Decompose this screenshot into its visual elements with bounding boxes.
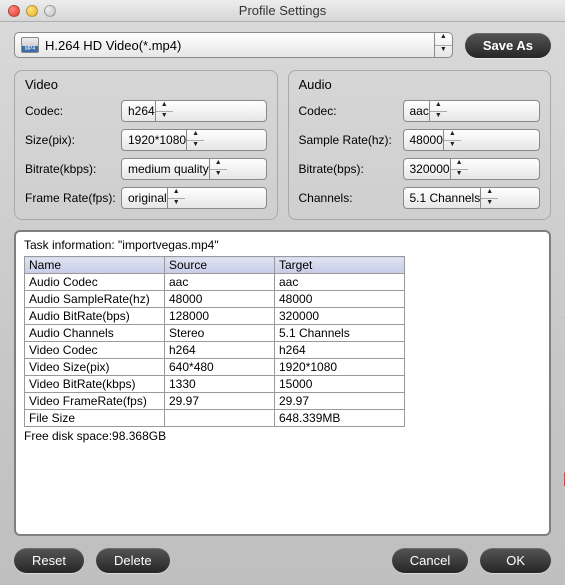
table-cell: 648.339MB bbox=[275, 410, 405, 427]
stepper-icon[interactable]: ▲▼ bbox=[450, 159, 468, 179]
table-row: Audio BitRate(bps)128000320000 bbox=[25, 308, 405, 325]
table-cell: 128000 bbox=[165, 308, 275, 325]
free-disk-space: Free disk space:98.368GB bbox=[24, 429, 541, 443]
video-codec-label: Codec: bbox=[25, 104, 121, 118]
video-bitrate-value: medium quality bbox=[128, 162, 209, 176]
audio-sr-value: 48000 bbox=[410, 133, 443, 147]
table-cell: 48000 bbox=[165, 291, 275, 308]
table-cell: aac bbox=[165, 274, 275, 291]
audio-group-title: Audio bbox=[299, 77, 541, 92]
audio-channels-label: Channels: bbox=[299, 191, 403, 205]
table-cell bbox=[165, 410, 275, 427]
video-size-value: 1920*1080 bbox=[128, 133, 186, 147]
profile-select[interactable]: H.264 HD Video(*.mp4) ▲▼ bbox=[14, 32, 453, 58]
save-as-button[interactable]: Save As bbox=[465, 33, 551, 58]
table-cell: Video FrameRate(fps) bbox=[25, 393, 165, 410]
table-row: Video Codech264h264 bbox=[25, 342, 405, 359]
table-cell: 640*480 bbox=[165, 359, 275, 376]
ok-button[interactable]: OK bbox=[480, 548, 551, 573]
table-cell: Audio Codec bbox=[25, 274, 165, 291]
bottom-bar: Reset Delete Cancel OK bbox=[14, 548, 551, 573]
cancel-button[interactable]: Cancel bbox=[392, 548, 468, 573]
video-size-label: Size(pix): bbox=[25, 133, 121, 147]
stepper-icon[interactable]: ▲▼ bbox=[186, 130, 204, 150]
table-cell: 29.97 bbox=[165, 393, 275, 410]
audio-bitrate-value: 320000 bbox=[410, 162, 450, 176]
col-name: Name bbox=[25, 257, 165, 274]
video-group: Video Codec: h264 ▲▼ Size(pix): 1920*108… bbox=[14, 70, 278, 220]
next-arrow-icon[interactable]: ▶▶ bbox=[557, 466, 565, 492]
table-row: Audio ChannelsStereo5.1 Channels bbox=[25, 325, 405, 342]
audio-codec-select[interactable]: aac ▲▼ bbox=[403, 100, 541, 122]
table-cell: Stereo bbox=[165, 325, 275, 342]
table-cell: Audio BitRate(bps) bbox=[25, 308, 165, 325]
stepper-icon[interactable]: ▲▼ bbox=[167, 188, 185, 208]
table-row: Video Size(pix)640*4801920*1080 bbox=[25, 359, 405, 376]
profile-label: H.264 HD Video(*.mp4) bbox=[45, 38, 434, 53]
table-cell: 15000 bbox=[275, 376, 405, 393]
audio-bitrate-select[interactable]: 320000 ▲▼ bbox=[403, 158, 541, 180]
video-group-title: Video bbox=[25, 77, 267, 92]
table-cell: File Size bbox=[25, 410, 165, 427]
video-bitrate-select[interactable]: medium quality ▲▼ bbox=[121, 158, 267, 180]
audio-channels-select[interactable]: 5.1 Channels ▲▼ bbox=[403, 187, 541, 209]
table-cell: 1920*1080 bbox=[275, 359, 405, 376]
audio-sr-select[interactable]: 48000 ▲▼ bbox=[403, 129, 541, 151]
reset-button[interactable]: Reset bbox=[14, 548, 84, 573]
table-row: File Size 648.339MB bbox=[25, 410, 405, 427]
task-info-heading: Task information: "importvegas.mp4" bbox=[24, 238, 541, 252]
video-fps-select[interactable]: original ▲▼ bbox=[121, 187, 267, 209]
stepper-icon[interactable]: ▲▼ bbox=[429, 101, 447, 121]
stepper-icon[interactable]: ▲▼ bbox=[480, 188, 498, 208]
table-cell: 29.97 bbox=[275, 393, 405, 410]
title-bar: Profile Settings bbox=[0, 0, 565, 22]
table-cell: Audio SampleRate(hz) bbox=[25, 291, 165, 308]
table-cell: 1330 bbox=[165, 376, 275, 393]
audio-channels-value: 5.1 Channels bbox=[410, 191, 481, 205]
task-info-box: Task information: "importvegas.mp4" Name… bbox=[14, 230, 551, 536]
table-cell: Video BitRate(kbps) bbox=[25, 376, 165, 393]
mp4-icon bbox=[21, 37, 39, 53]
audio-bitrate-label: Bitrate(bps): bbox=[299, 162, 403, 176]
table-row: Audio SampleRate(hz)4800048000 bbox=[25, 291, 405, 308]
table-cell: h264 bbox=[165, 342, 275, 359]
table-row: Video BitRate(kbps)133015000 bbox=[25, 376, 405, 393]
video-fps-value: original bbox=[128, 191, 167, 205]
audio-codec-label: Codec: bbox=[299, 104, 403, 118]
col-target: Target bbox=[275, 257, 405, 274]
table-cell: 5.1 Channels bbox=[275, 325, 405, 342]
video-bitrate-label: Bitrate(kbps): bbox=[25, 162, 121, 176]
profile-row: H.264 HD Video(*.mp4) ▲▼ Save As bbox=[14, 32, 551, 58]
audio-sr-label: Sample Rate(hz): bbox=[299, 133, 403, 147]
table-cell: aac bbox=[275, 274, 405, 291]
table-cell: 320000 bbox=[275, 308, 405, 325]
video-size-select[interactable]: 1920*1080 ▲▼ bbox=[121, 129, 267, 151]
stepper-icon[interactable]: ▲▼ bbox=[443, 130, 461, 150]
audio-group: Audio Codec: aac ▲▼ Sample Rate(hz): 480… bbox=[288, 70, 552, 220]
table-row: Audio Codecaacaac bbox=[25, 274, 405, 291]
window-title: Profile Settings bbox=[0, 3, 565, 18]
table-cell: 48000 bbox=[275, 291, 405, 308]
table-header-row: Name Source Target bbox=[25, 257, 405, 274]
table-cell: Video Size(pix) bbox=[25, 359, 165, 376]
prev-arrow-icon[interactable]: ◀◀ bbox=[557, 304, 565, 330]
delete-button[interactable]: Delete bbox=[96, 548, 170, 573]
table-cell: Video Codec bbox=[25, 342, 165, 359]
stepper-icon[interactable]: ▲▼ bbox=[209, 159, 227, 179]
video-codec-value: h264 bbox=[128, 104, 155, 118]
col-source: Source bbox=[165, 257, 275, 274]
video-codec-select[interactable]: h264 ▲▼ bbox=[121, 100, 267, 122]
client-area: H.264 HD Video(*.mp4) ▲▼ Save As Video C… bbox=[0, 22, 565, 585]
profile-stepper[interactable]: ▲▼ bbox=[434, 33, 452, 57]
stepper-icon[interactable]: ▲▼ bbox=[155, 101, 173, 121]
task-table: Name Source Target Audio CodecaacaacAudi… bbox=[24, 256, 405, 427]
audio-codec-value: aac bbox=[410, 104, 429, 118]
table-row: Video FrameRate(fps)29.9729.97 bbox=[25, 393, 405, 410]
table-cell: h264 bbox=[275, 342, 405, 359]
table-cell: Audio Channels bbox=[25, 325, 165, 342]
video-fps-label: Frame Rate(fps): bbox=[25, 191, 121, 205]
